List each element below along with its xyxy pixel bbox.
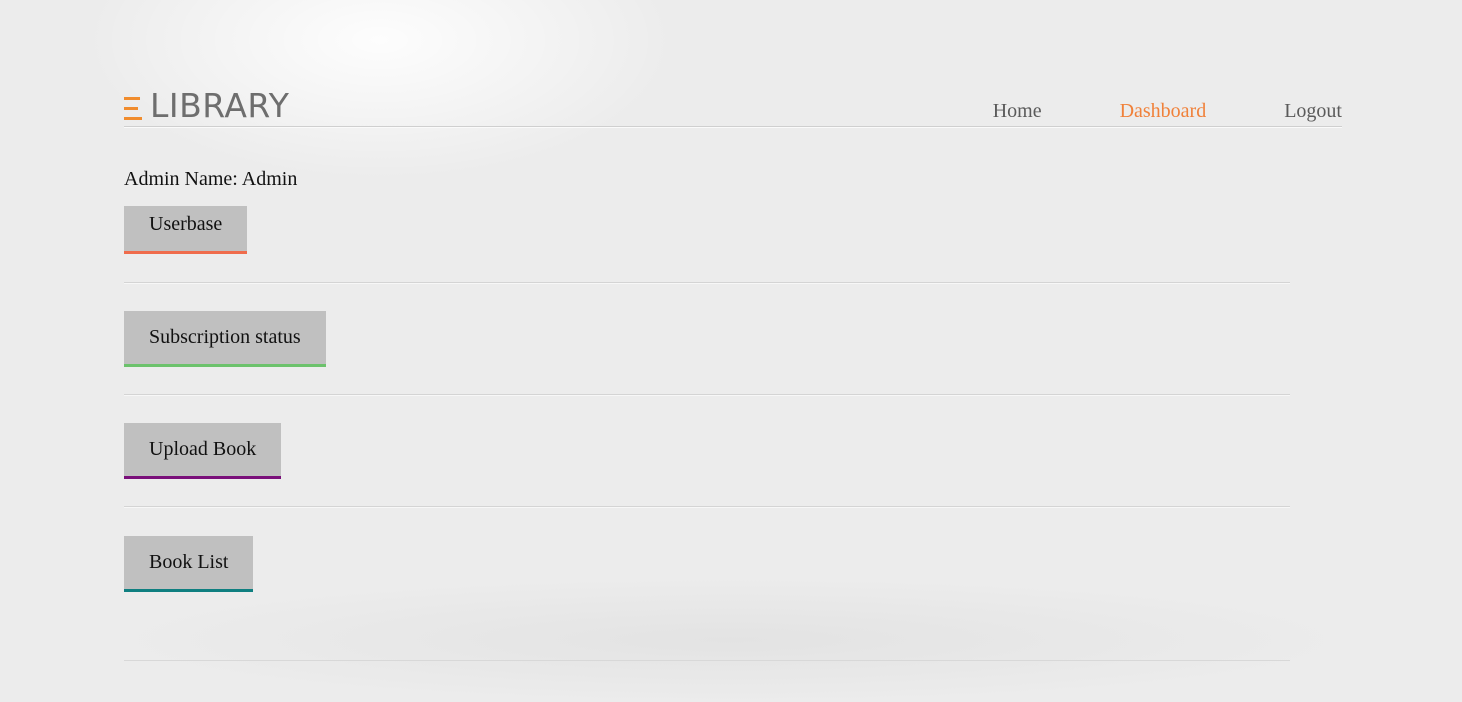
section-divider: [124, 506, 1290, 507]
subscription-status-button[interactable]: Subscription status: [124, 311, 326, 367]
main-nav: Home Dashboard Logout: [915, 100, 1342, 123]
book-list-button[interactable]: Book List: [124, 536, 254, 592]
header-divider: [124, 126, 1342, 127]
nav-home[interactable]: Home: [993, 100, 1042, 123]
section-divider: [124, 282, 1290, 283]
nav-dashboard[interactable]: Dashboard: [1120, 100, 1207, 123]
upload-book-button[interactable]: Upload Book: [124, 423, 282, 479]
userbase-button[interactable]: Userbase: [124, 206, 248, 254]
nav-logout[interactable]: Logout: [1284, 100, 1342, 123]
admin-name-label: Admin Name: Admin: [124, 168, 298, 190]
site-logo[interactable]: LIBRARY: [124, 86, 289, 126]
logo-text: LIBRARY: [150, 86, 290, 125]
logo-mark-icon: [124, 92, 142, 120]
section-divider: [124, 394, 1290, 395]
site-header: LIBRARY Home Dashboard Logout: [124, 86, 1342, 126]
footer-divider: [124, 660, 1290, 661]
